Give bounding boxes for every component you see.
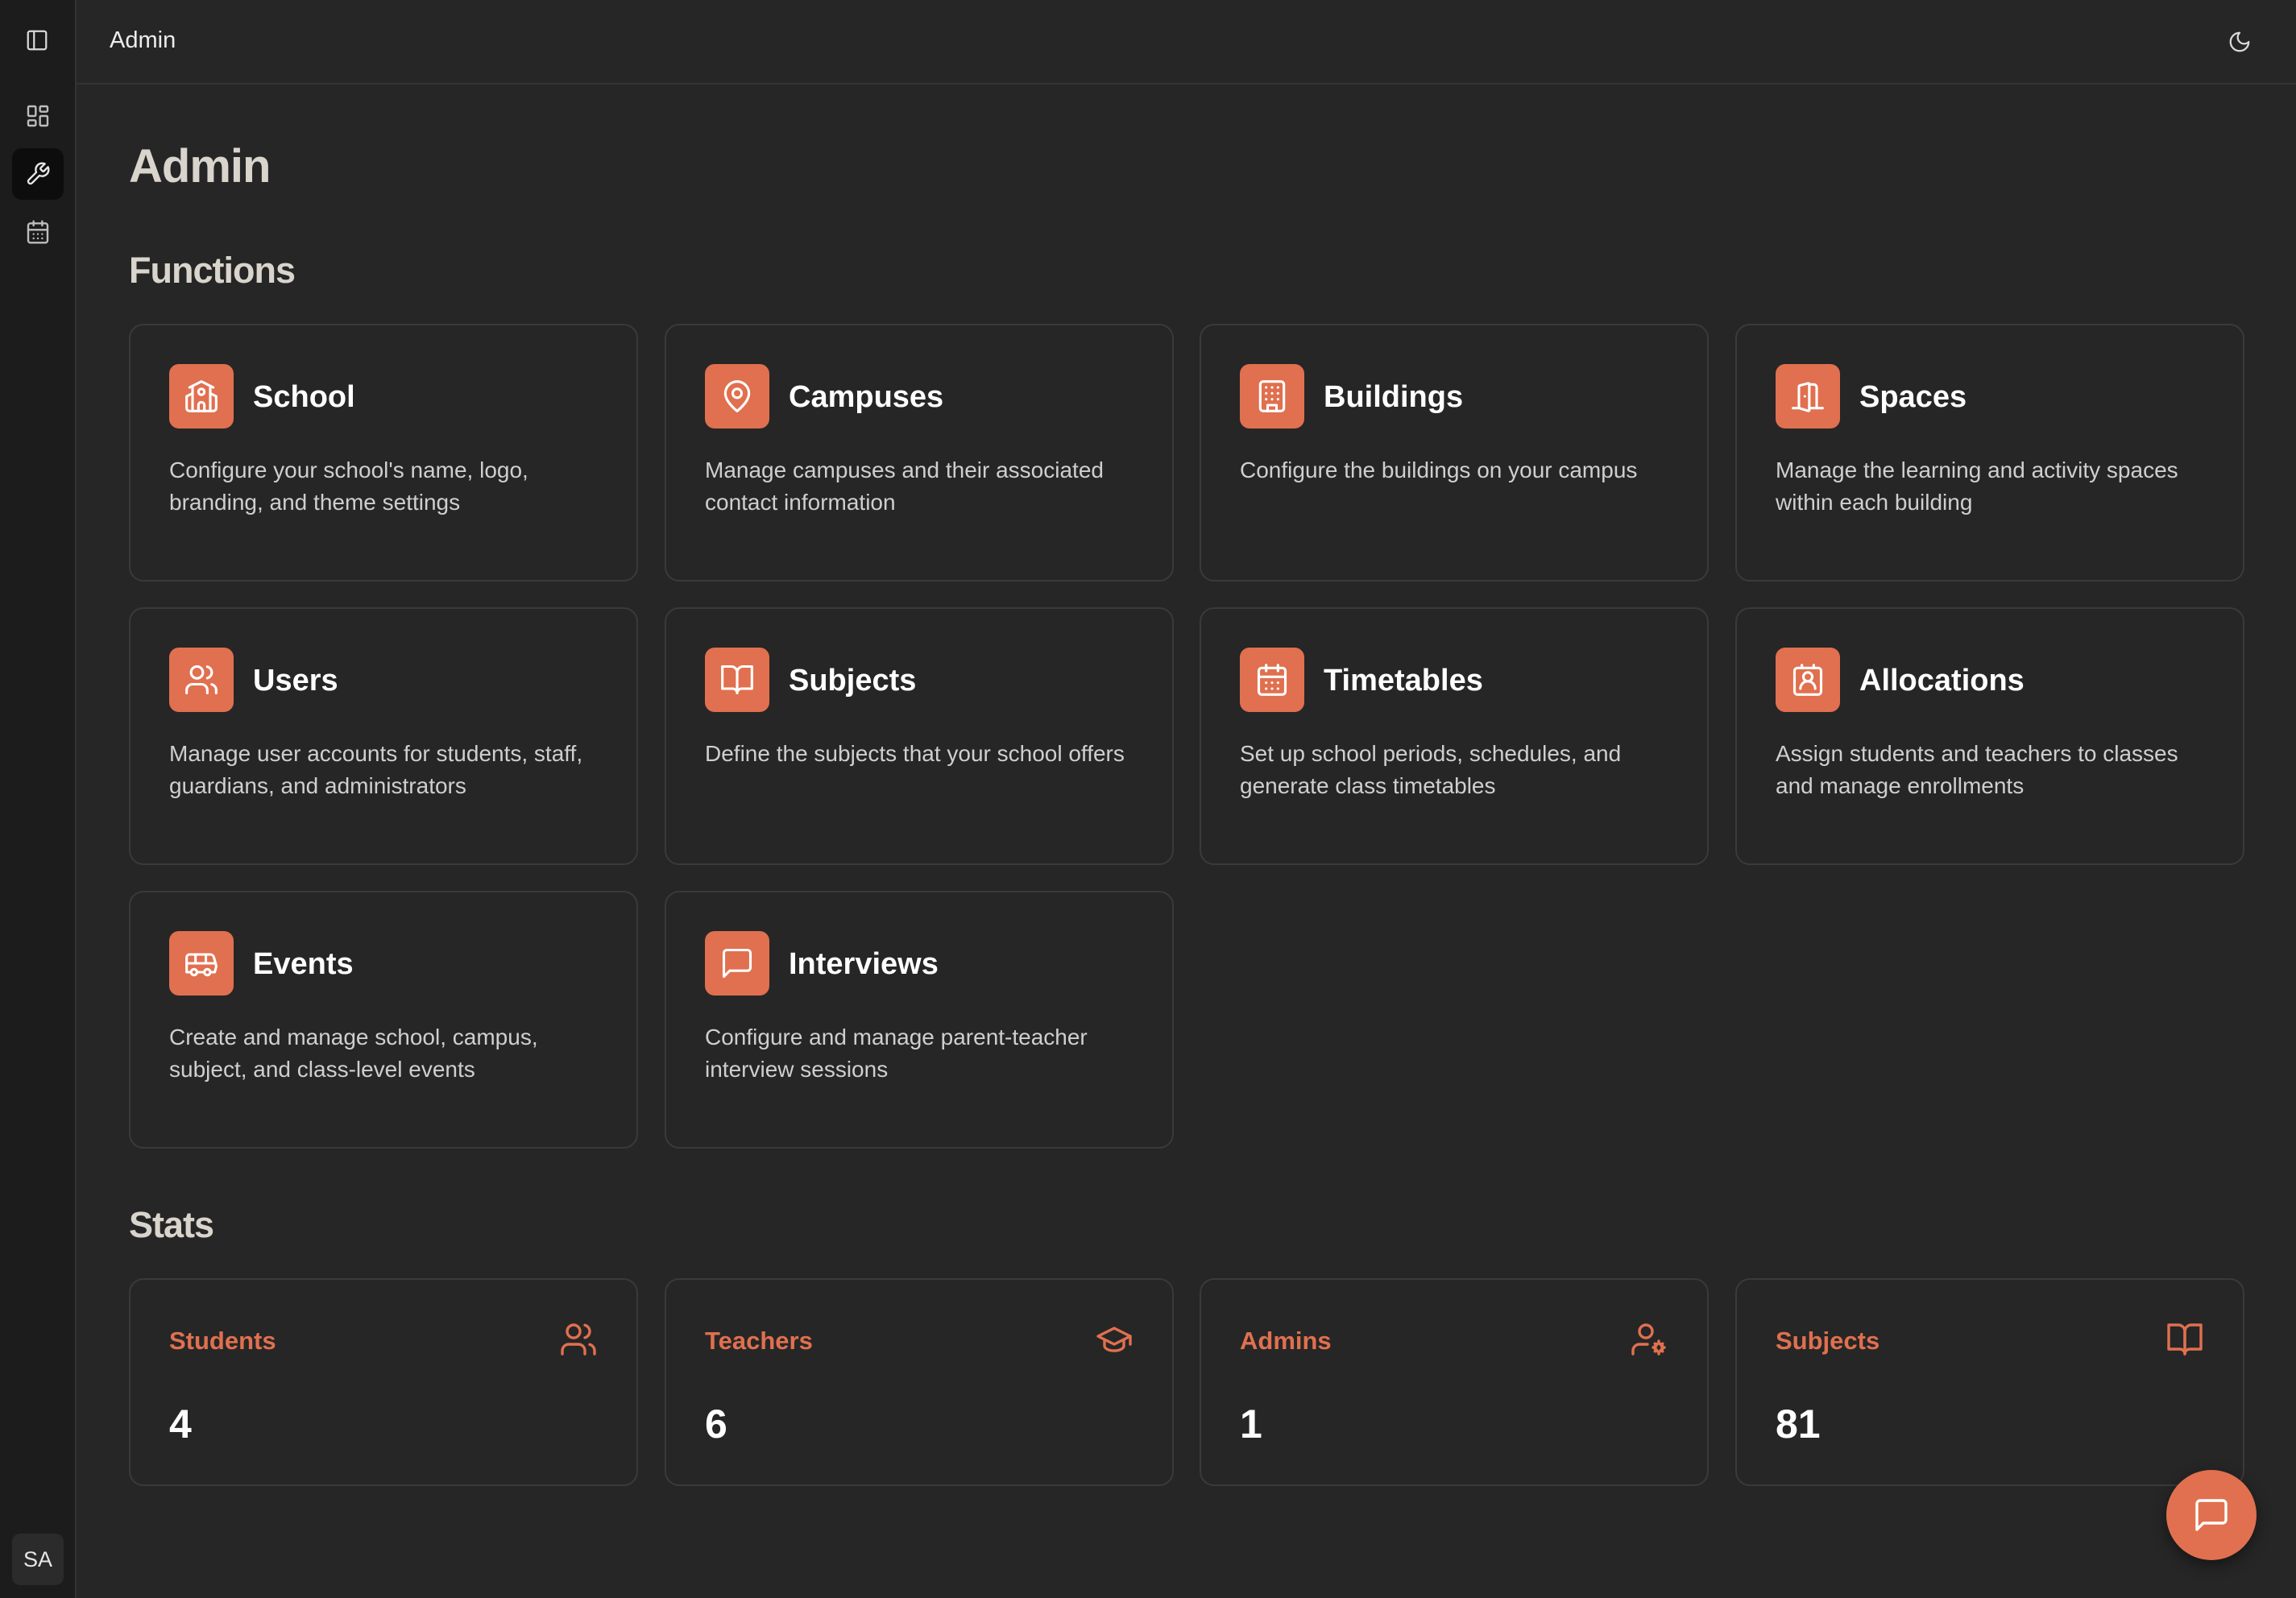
building-icon — [1258, 380, 1286, 412]
sidebar-toggle-button[interactable] — [19, 23, 55, 58]
message-square-icon — [2195, 1499, 2228, 1531]
users-icon — [185, 664, 218, 695]
function-card-allocations[interactable]: Allocations Assign students and teachers… — [1735, 607, 2244, 865]
wrench-icon — [27, 162, 50, 185]
door-icon — [1792, 382, 1824, 412]
stat-card-subjects: Subjects 81 — [1735, 1278, 2244, 1486]
avatar[interactable]: SA — [12, 1534, 64, 1585]
moon-icon — [2229, 31, 2250, 52]
card-description: Manage the learning and activity spaces … — [1776, 457, 2178, 515]
card-description: Configure the buildings on your campus — [1240, 457, 1638, 482]
card-description: Configure your school's name, logo, bran… — [169, 457, 528, 515]
function-card-timetables[interactable]: Timetables Set up school periods, schedu… — [1200, 607, 1709, 865]
layout-dashboard-icon — [27, 105, 49, 127]
stat-card-teachers: Teachers 6 — [665, 1278, 1174, 1486]
stat-value: 4 — [169, 1401, 192, 1447]
function-card-buildings[interactable]: Buildings Configure the buildings on you… — [1200, 324, 1709, 582]
school-icon — [185, 380, 218, 412]
stat-label: Admins — [1240, 1327, 1332, 1355]
graduation-cap-icon — [1096, 1327, 1132, 1352]
card-description: Define the subjects that your school off… — [705, 741, 1125, 766]
nav-calendar[interactable] — [12, 206, 64, 258]
card-title: Allocations — [1859, 664, 2025, 698]
card-title: School — [253, 380, 355, 414]
function-card-school[interactable]: School Configure your school's name, log… — [129, 324, 638, 582]
message-square-icon — [722, 948, 752, 979]
users-icon — [561, 1323, 596, 1356]
card-title: Campuses — [789, 380, 944, 414]
stat-label: Subjects — [1776, 1327, 1880, 1355]
card-description: Manage user accounts for students, staff… — [169, 741, 583, 798]
card-description: Configure and manage parent-teacher inte… — [705, 1025, 1088, 1082]
function-card-subjects[interactable]: Subjects Define the subjects that your s… — [665, 607, 1174, 865]
stat-value: 6 — [705, 1401, 727, 1447]
card-title: Subjects — [789, 664, 917, 698]
functions-title: Functions — [129, 250, 296, 291]
top-header: Admin — [77, 0, 2296, 85]
function-card-interviews[interactable]: Interviews Configure and manage parent-t… — [665, 891, 1174, 1149]
function-card-campuses[interactable]: Campuses Manage campuses and their assoc… — [665, 324, 1174, 582]
function-card-users[interactable]: Users Manage user accounts for students,… — [129, 607, 638, 865]
book-open-icon — [2167, 1323, 2203, 1356]
stats-title: Stats — [129, 1204, 214, 1245]
sidebar: SA — [0, 0, 77, 1598]
calendar-icon — [1257, 664, 1287, 696]
nav-dashboard[interactable] — [12, 90, 64, 142]
card-title: Users — [253, 664, 338, 698]
map-pin-icon — [723, 380, 751, 412]
card-title: Interviews — [789, 947, 939, 981]
stat-card-students: Students 4 — [129, 1278, 638, 1486]
card-title: Spaces — [1859, 380, 1967, 414]
card-description: Assign students and teachers to classes … — [1776, 741, 2178, 798]
card-title: Buildings — [1324, 380, 1464, 414]
page-title: Admin — [129, 140, 271, 193]
breadcrumb: Admin — [110, 27, 176, 53]
theme-toggle-button[interactable] — [2222, 24, 2257, 60]
function-card-events[interactable]: Events Create and manage school, campus,… — [129, 891, 638, 1149]
card-description: Manage campuses and their associated con… — [705, 457, 1104, 515]
nav-admin[interactable] — [12, 148, 64, 200]
stat-label: Students — [169, 1327, 276, 1355]
card-description: Set up school periods, schedules, and ge… — [1240, 741, 1622, 798]
card-title: Events — [253, 947, 354, 981]
stat-label: Teachers — [705, 1327, 813, 1355]
function-card-spaces[interactable]: Spaces Manage the learning and activity … — [1735, 324, 2244, 582]
user-cog-icon — [1631, 1323, 1666, 1356]
stat-value: 81 — [1776, 1401, 1821, 1447]
book-open-icon — [721, 664, 753, 695]
stat-card-admins: Admins 1 — [1200, 1278, 1709, 1486]
calendar-icon — [27, 220, 49, 244]
chat-button[interactable] — [2166, 1470, 2257, 1560]
bus-icon — [185, 953, 218, 977]
panel-left-icon — [27, 30, 48, 51]
contact-icon — [1792, 664, 1823, 696]
card-description: Create and manage school, campus, subjec… — [169, 1025, 538, 1082]
stat-value: 1 — [1240, 1401, 1262, 1447]
card-title: Timetables — [1324, 664, 1483, 698]
